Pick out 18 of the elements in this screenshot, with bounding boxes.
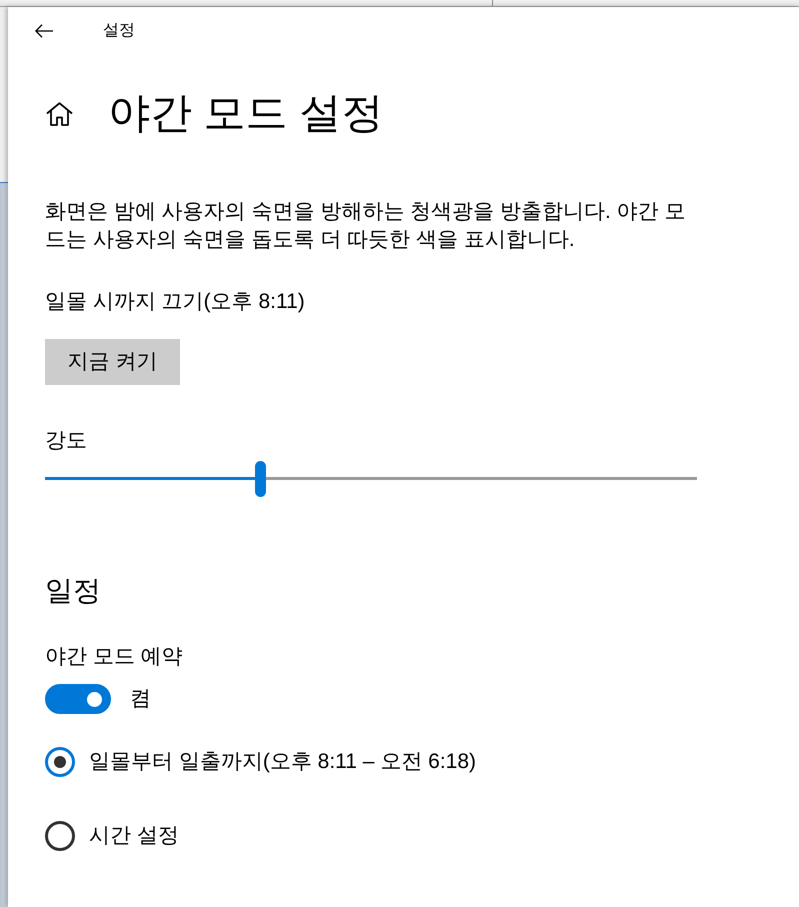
- slider-label: 강도: [45, 428, 87, 454]
- radio-button[interactable]: [45, 821, 75, 851]
- radio-button[interactable]: [45, 747, 75, 777]
- radio-option-label: 일몰부터 일출까지(오후 8:11 – 오전 6:18): [89, 749, 476, 775]
- radio-option-label: 시간 설정: [89, 823, 179, 849]
- status-text: 일몰 시까지 끄기(오후 8:11): [45, 289, 305, 315]
- toggle-state-text: 켬: [130, 686, 151, 712]
- schedule-toggle[interactable]: [45, 684, 111, 714]
- intensity-slider[interactable]: [45, 461, 697, 497]
- slider-thumb[interactable]: [255, 461, 266, 497]
- turn-on-now-button[interactable]: 지금 켜기: [45, 339, 180, 385]
- description-text: 화면은 밤에 사용자의 숙면을 방해하는 청색광을 방출합니다. 야간 모드는 사용자의 숙면을 돕도록 더 따듯한 색을 표시합니다.: [45, 199, 687, 253]
- toggle-label: 야간 모드 예약: [45, 644, 183, 670]
- page-title: 야간 모드 설정: [108, 88, 384, 138]
- window-title: 설정: [103, 21, 135, 41]
- home-icon[interactable]: [46, 102, 73, 126]
- section-heading: 일정: [45, 574, 101, 608]
- back-arrow-icon[interactable]: [35, 24, 53, 38]
